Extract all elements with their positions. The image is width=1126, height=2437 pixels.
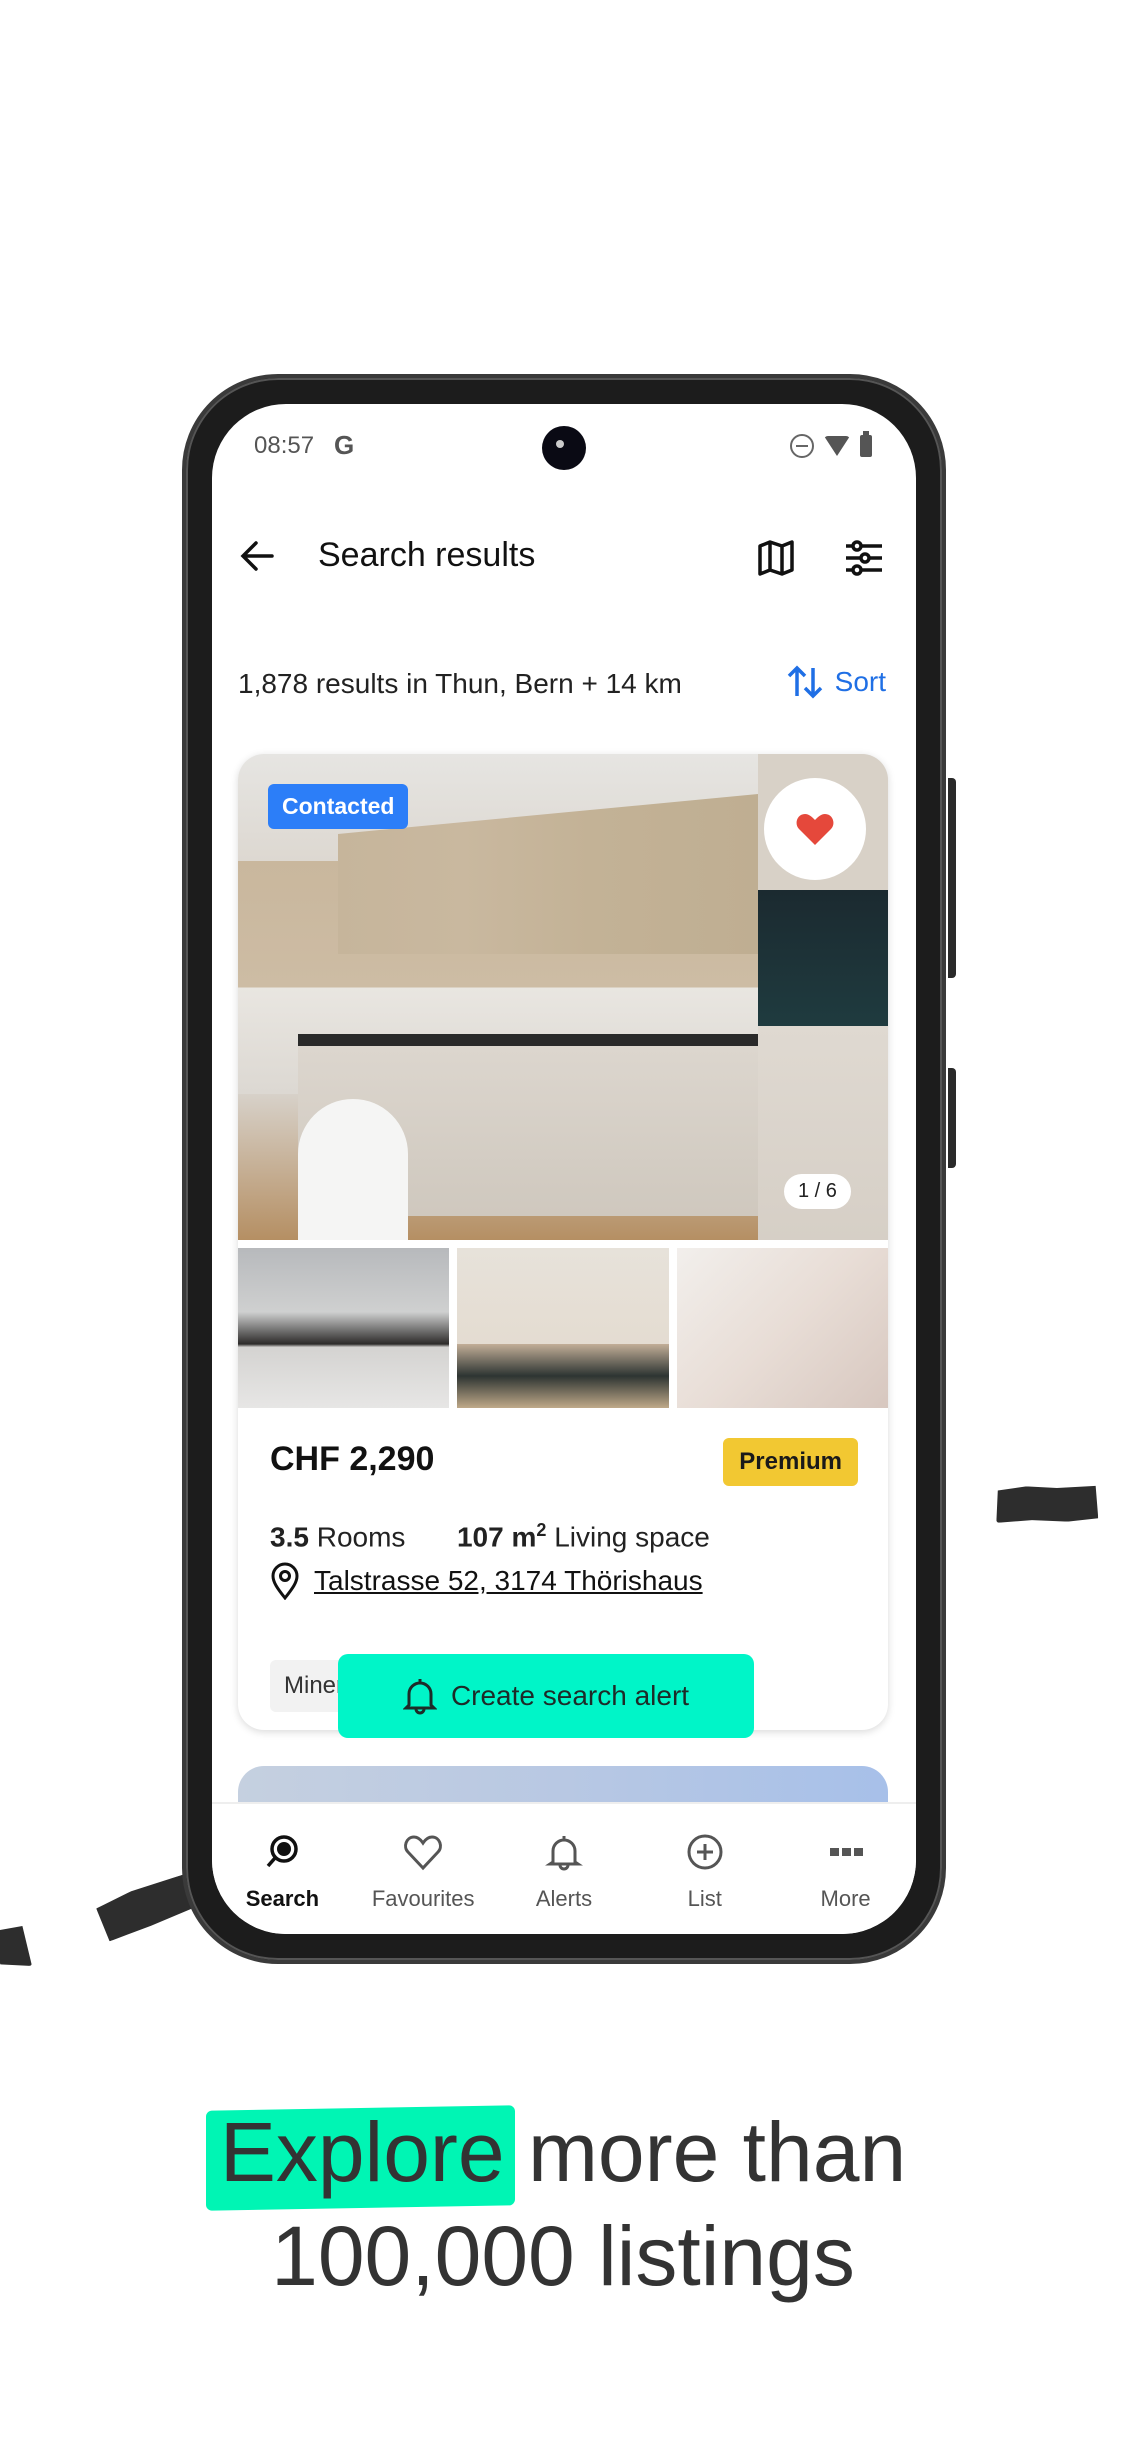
nav-item-search[interactable]: Search bbox=[212, 1804, 353, 1934]
premium-badge: Premium bbox=[723, 1438, 858, 1486]
battery-icon bbox=[860, 431, 872, 457]
photo-counter: 1 / 6 bbox=[784, 1174, 851, 1209]
more-icon bbox=[829, 1848, 863, 1856]
sort-button[interactable]: Sort bbox=[785, 662, 886, 702]
promo-highlight-word: Explore bbox=[220, 2100, 505, 2204]
thumbnail[interactable] bbox=[676, 1248, 888, 1408]
nav-item-alerts[interactable]: Alerts bbox=[494, 1804, 635, 1934]
sort-label: Sort bbox=[834, 666, 886, 697]
results-header: 1,878 results in Thun, Bern + 14 km Sort bbox=[238, 658, 886, 708]
nav-item-list[interactable]: List bbox=[634, 1804, 775, 1934]
rooms-label: Rooms bbox=[316, 1521, 406, 1553]
google-icon: G bbox=[334, 430, 355, 460]
bell-icon bbox=[545, 1836, 583, 1871]
search-icon bbox=[267, 1835, 299, 1868]
listing-price: CHF 2,290 bbox=[270, 1440, 435, 1478]
photo-detail bbox=[298, 1034, 758, 1046]
rooms-value: 3.5 bbox=[270, 1521, 309, 1553]
create-search-alert-label: Create search alert bbox=[450, 1680, 690, 1711]
plus-circle-icon bbox=[687, 1834, 723, 1870]
listing-specs: 3.5 Rooms 107 m2 Living space bbox=[270, 1520, 710, 1553]
phone-frame: 08:57 G Search results 1,878 results in … bbox=[182, 374, 956, 1964]
bottom-navigation: Search Favourites Alerts List More bbox=[212, 1802, 916, 1934]
area-value: 107 m bbox=[456, 1521, 537, 1553]
photo-detail bbox=[298, 1099, 408, 1240]
thumbnail[interactable] bbox=[457, 1248, 669, 1408]
nav-item-more[interactable]: More bbox=[775, 1804, 916, 1934]
area-label: Living space bbox=[554, 1521, 710, 1553]
map-view-button[interactable] bbox=[752, 534, 800, 582]
contacted-badge: Contacted bbox=[268, 784, 409, 829]
phone-screen: 08:57 G Search results 1,878 results in … bbox=[212, 404, 916, 1934]
map-icon bbox=[758, 540, 794, 576]
phone-side-button bbox=[948, 778, 956, 978]
page-title: Search results bbox=[318, 536, 536, 574]
arrow-left-icon bbox=[240, 541, 274, 571]
nav-label: Favourites bbox=[371, 1886, 475, 1911]
nav-label: Alerts bbox=[535, 1886, 593, 1911]
do-not-disturb-icon bbox=[790, 434, 814, 458]
promo-headline: Explore more than 100,000 listings bbox=[0, 2100, 1126, 2308]
create-search-alert-button[interactable]: Create search alert bbox=[338, 1654, 754, 1738]
nav-label: Search bbox=[245, 1886, 320, 1911]
thumbnail-strip bbox=[238, 1248, 888, 1408]
promo-line-2: 100,000 listings bbox=[271, 2209, 855, 2303]
decorative-scribble bbox=[0, 1926, 32, 1966]
heart-filled-icon bbox=[796, 814, 834, 845]
listing-card[interactable]: Contacted 1 / 6 CHF 2,290 Premium 3.5 Ro… bbox=[238, 754, 888, 1730]
nav-label: List bbox=[687, 1886, 722, 1911]
nav-item-favourites[interactable]: Favourites bbox=[353, 1804, 494, 1934]
promo-line-1-rest: more than bbox=[504, 2105, 907, 2199]
status-icons bbox=[790, 431, 872, 458]
favourite-button[interactable] bbox=[764, 778, 866, 880]
filter-button[interactable] bbox=[840, 534, 888, 582]
back-button[interactable] bbox=[234, 532, 282, 580]
listing-address[interactable]: Talstrasse 52, 3174 Thörishaus bbox=[270, 1562, 703, 1600]
location-pin-icon bbox=[271, 1562, 299, 1600]
front-camera bbox=[542, 426, 586, 470]
promo-line-1: Explore more than bbox=[0, 2100, 1126, 2204]
heart-icon bbox=[404, 1835, 443, 1871]
sort-arrows-icon bbox=[787, 665, 822, 699]
results-count: 1,878 results in Thun, Bern + 14 km bbox=[238, 668, 682, 699]
status-time: 08:57 bbox=[254, 432, 315, 459]
app-bar: Search results bbox=[212, 514, 916, 598]
thumbnail[interactable] bbox=[238, 1248, 450, 1408]
nav-label: More bbox=[820, 1886, 871, 1911]
area-unit-superscript: 2 bbox=[536, 1520, 547, 1540]
phone-side-button bbox=[948, 1068, 956, 1168]
sliders-icon bbox=[846, 540, 882, 576]
address-link[interactable]: Talstrasse 52, 3174 Thörishaus bbox=[314, 1565, 703, 1597]
wifi-icon bbox=[824, 436, 850, 456]
decorative-scribble bbox=[996, 1485, 1099, 1523]
bell-icon bbox=[402, 1679, 437, 1715]
status-bar: 08:57 G bbox=[212, 404, 916, 478]
listing-main-photo[interactable]: Contacted 1 / 6 bbox=[238, 754, 888, 1240]
